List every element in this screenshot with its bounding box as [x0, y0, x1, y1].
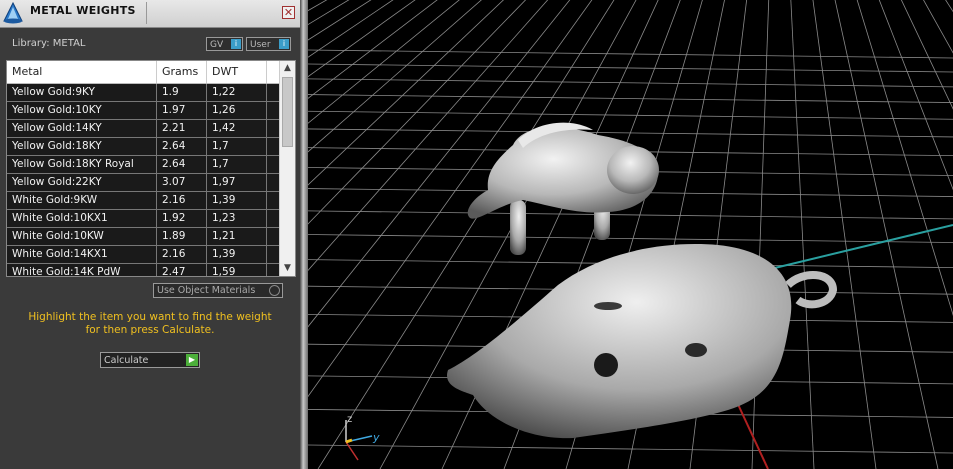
cell-dwt: 1,97 — [207, 174, 267, 191]
cell-grams: 2.21 — [157, 120, 207, 137]
info-icon: i — [279, 39, 289, 49]
cell-metal: White Gold:14KX1 — [7, 246, 157, 263]
cell-grams: 1.92 — [157, 210, 207, 227]
cell-metal: White Gold:10KW — [7, 228, 157, 245]
cell-grams: 3.07 — [157, 174, 207, 191]
instruction-line-2: for then press Calculate. — [85, 324, 215, 336]
user-toggle-label: User — [250, 40, 271, 50]
scroll-thumb[interactable] — [282, 77, 293, 147]
cell-grams: 2.64 — [157, 156, 207, 173]
cell-metal: Yellow Gold:22KY — [7, 174, 157, 191]
cell-metal: White Gold:9KW — [7, 192, 157, 209]
cell-metal: Yellow Gold:9KY — [7, 84, 157, 101]
calculate-label: Calculate — [104, 355, 149, 366]
close-button[interactable]: ✕ — [282, 6, 295, 19]
cell-dwt: 1,39 — [207, 246, 267, 263]
metal-weights-panel: METAL WEIGHTS ✕ Library: METAL GV i User… — [0, 0, 300, 469]
table-row[interactable]: White Gold:10KW 1.89 1,21 — [7, 228, 279, 246]
cell-grams: 1.9 — [157, 84, 207, 101]
title-divider — [146, 2, 147, 24]
metal-table: Metal Grams DWT Yellow Gold:9KY 1.9 1,22 Ye… — [6, 60, 296, 277]
panel-title: METAL WEIGHTS — [30, 4, 136, 17]
scroll-up-arrow-icon[interactable]: ▲ — [280, 61, 295, 76]
column-header-grams[interactable]: Grams — [157, 61, 207, 83]
table-row[interactable]: White Gold:9KW 2.16 1,39 — [7, 192, 279, 210]
table-row[interactable]: Yellow Gold:18KY Royal 2.64 1,7 — [7, 156, 279, 174]
table-row[interactable]: Yellow Gold:10KY 1.97 1,26 — [7, 102, 279, 120]
table-row[interactable]: White Gold:10KX1 1.92 1,23 — [7, 210, 279, 228]
pendant-model[interactable] — [447, 244, 838, 439]
use-object-materials-toggle[interactable]: Use Object Materials — [153, 283, 283, 298]
cell-metal: Yellow Gold:18KY Royal — [7, 156, 157, 173]
cell-grams: 2.47 — [157, 264, 207, 276]
table-header: Metal Grams DWT — [7, 61, 279, 84]
scroll-down-arrow-icon[interactable]: ▼ — [280, 261, 295, 276]
app-logo-icon — [3, 1, 23, 24]
instruction-text: Highlight the item you want to find the … — [14, 311, 286, 337]
cell-dwt: 1,21 — [207, 228, 267, 245]
cell-dwt: 1,59 — [207, 264, 267, 276]
panel-titlebar[interactable]: METAL WEIGHTS ✕ — [0, 0, 300, 28]
panel-splitter[interactable] — [300, 0, 308, 469]
library-label: Library: METAL — [12, 38, 86, 49]
table-body: Yellow Gold:9KY 1.9 1,22 Yellow Gold:10KY 1.… — [7, 84, 279, 276]
radio-indicator-icon — [269, 285, 280, 296]
3d-viewport[interactable]: z y — [308, 0, 953, 469]
cell-dwt: 1,23 — [207, 210, 267, 227]
table-row[interactable]: Yellow Gold:14KY 2.21 1,42 — [7, 120, 279, 138]
axis-gizmo-icon: z y — [345, 414, 380, 461]
cell-grams: 1.97 — [157, 102, 207, 119]
axis-y-label: y — [372, 431, 380, 444]
cell-dwt: 1,26 — [207, 102, 267, 119]
axis-z-label: z — [347, 414, 352, 425]
cell-metal: Yellow Gold:18KY — [7, 138, 157, 155]
cherub-model[interactable] — [467, 122, 659, 255]
cell-grams: 2.16 — [157, 246, 207, 263]
table-row[interactable]: White Gold:14K PdW 2.47 1,59 — [7, 264, 279, 276]
cell-dwt: 1,7 — [207, 138, 267, 155]
cell-metal: Yellow Gold:14KY — [7, 120, 157, 137]
viewport-canvas: z y — [308, 0, 953, 469]
cell-grams: 1.89 — [157, 228, 207, 245]
table-row[interactable]: Yellow Gold:22KY 3.07 1,97 — [7, 174, 279, 192]
gv-toggle-label: GV — [210, 40, 224, 50]
use-object-materials-label: Use Object Materials — [157, 285, 256, 296]
cell-grams: 2.16 — [157, 192, 207, 209]
play-arrow-icon: ▶ — [186, 354, 198, 366]
gv-toggle[interactable]: GV i — [206, 37, 243, 51]
cell-grams: 2.64 — [157, 138, 207, 155]
column-header-metal[interactable]: Metal — [7, 61, 157, 83]
table-row[interactable]: White Gold:14KX1 2.16 1,39 — [7, 246, 279, 264]
y-axis-line — [757, 224, 953, 273]
column-header-dwt[interactable]: DWT — [207, 61, 267, 83]
cell-metal: White Gold:14K PdW — [7, 264, 157, 276]
info-icon: i — [231, 39, 241, 49]
instruction-line-1: Highlight the item you want to find the … — [28, 311, 272, 323]
cell-dwt: 1,22 — [207, 84, 267, 101]
table-row[interactable]: Yellow Gold:9KY 1.9 1,22 — [7, 84, 279, 102]
table-scrollbar[interactable]: ▲ ▼ — [279, 61, 295, 276]
cell-metal: Yellow Gold:10KY — [7, 102, 157, 119]
cell-dwt: 1,39 — [207, 192, 267, 209]
user-toggle[interactable]: User i — [246, 37, 291, 51]
calculate-button[interactable]: Calculate ▶ — [100, 352, 200, 368]
cell-metal: White Gold:10KX1 — [7, 210, 157, 227]
cell-dwt: 1,7 — [207, 156, 267, 173]
cell-dwt: 1,42 — [207, 120, 267, 137]
table-row[interactable]: Yellow Gold:18KY 2.64 1,7 — [7, 138, 279, 156]
